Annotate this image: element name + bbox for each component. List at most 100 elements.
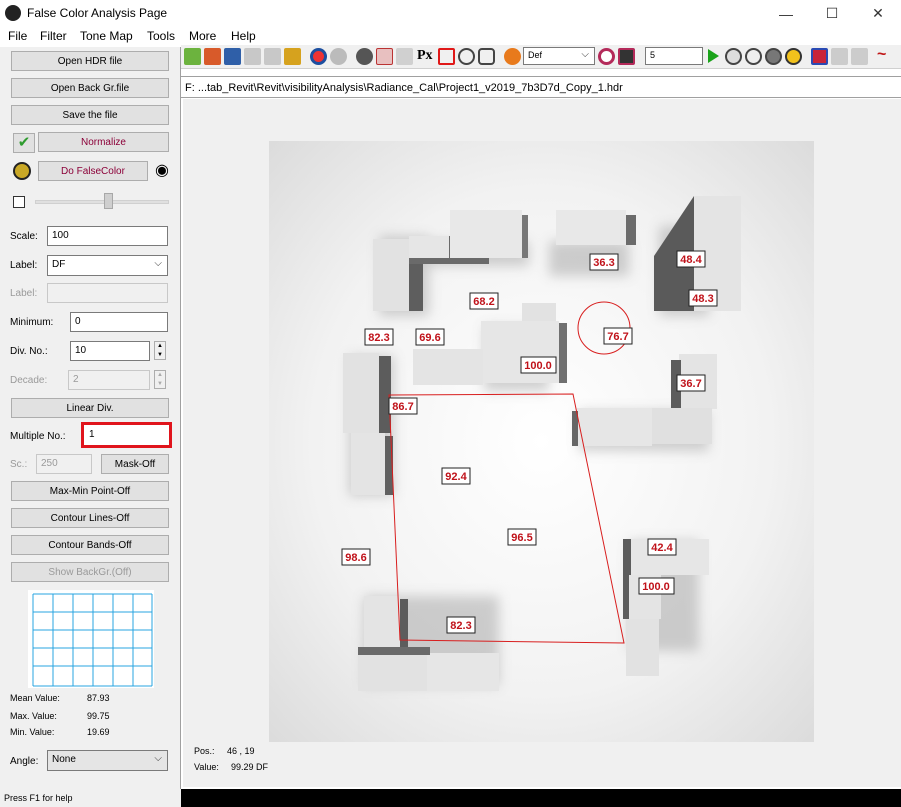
chevron-down-icon: ⌵ <box>581 49 589 60</box>
globe-dark-icon[interactable] <box>765 48 782 65</box>
checkbox[interactable] <box>13 196 25 208</box>
target-icon[interactable] <box>310 48 327 65</box>
menu-more[interactable]: More <box>189 29 216 43</box>
minimum-label: Minimum: <box>10 317 54 328</box>
label-select[interactable]: DF ⌵ <box>47 255 168 276</box>
value-label-text: 36.3 <box>593 257 614 269</box>
menu-help[interactable]: Help <box>231 29 256 43</box>
divno-stepper[interactable]: ▲ ▼ <box>154 341 166 360</box>
contour-bands-button[interactable]: Contour Bands-Off <box>11 535 169 555</box>
chevron-down-icon: ⌵ <box>154 258 162 269</box>
minimum-input[interactable]: 0 <box>70 312 168 332</box>
contour-lines-button[interactable]: Contour Lines-Off <box>11 508 169 528</box>
min-label: Min. Value: <box>10 727 55 737</box>
px-button[interactable]: Px <box>417 48 433 64</box>
mask-icon[interactable] <box>618 48 635 65</box>
grid-x-icon[interactable] <box>831 48 848 65</box>
value-label-text: 69.6 <box>419 332 440 344</box>
grid-icon[interactable] <box>851 48 868 65</box>
menu-tools[interactable]: Tools <box>147 29 175 43</box>
open-icon[interactable] <box>184 48 201 65</box>
globe-outline-icon[interactable] <box>745 48 762 65</box>
pos-label: Pos.: <box>194 746 215 756</box>
x-mark-icon[interactable] <box>811 48 828 65</box>
angle-select-value: None <box>52 754 76 765</box>
value-label-text: 100.0 <box>642 581 670 593</box>
multiple-input[interactable]: 1 <box>81 422 172 448</box>
globe-icon[interactable] <box>725 48 742 65</box>
brush-icon[interactable] <box>284 48 301 65</box>
falsecolor-icon[interactable] <box>13 162 31 180</box>
folder-icon[interactable] <box>204 48 221 65</box>
slider-track[interactable] <box>35 200 169 204</box>
value-label: 42.4 <box>647 538 677 556</box>
normalize-button[interactable]: Normalize <box>38 132 169 152</box>
check-icon[interactable]: ✔ <box>13 133 35 153</box>
scale-label: Scale: <box>10 231 38 242</box>
divno-input[interactable]: 10 <box>70 341 150 361</box>
eye-icon[interactable]: ◉ <box>152 161 172 181</box>
close-button[interactable]: ✕ <box>855 0 901 27</box>
rectangle-icon[interactable] <box>438 48 455 65</box>
value-label-text: 42.4 <box>651 542 673 554</box>
value-label: 69.6 <box>415 328 445 346</box>
value-label-text: 76.7 <box>607 331 628 343</box>
save-button[interactable]: Save the file <box>11 105 169 125</box>
value-label: 86.7 <box>388 397 418 415</box>
value-label-text: 98.6 <box>345 552 366 564</box>
analysis-image[interactable]: 36.3 48.4 48.3 68.2 76.7 82.3 69.6 100.0… <box>269 141 814 742</box>
paste-icon[interactable] <box>264 48 281 65</box>
menu-tone-map[interactable]: Tone Map <box>80 29 133 43</box>
curve-icon[interactable]: ~ <box>877 47 897 65</box>
status-text: Press F1 for help <box>0 789 181 807</box>
sphere-icon[interactable] <box>330 48 347 65</box>
label-select-value: DF <box>52 259 66 270</box>
save-icon[interactable] <box>224 48 241 65</box>
value-label-text: 82.3 <box>368 332 389 344</box>
play-icon[interactable] <box>708 49 719 63</box>
menu-filter[interactable]: Filter <box>40 29 67 43</box>
rotate-icon[interactable] <box>504 48 521 65</box>
linear-div-button[interactable]: Linear Div. <box>11 398 169 418</box>
info-icon[interactable] <box>785 48 802 65</box>
title-bar: False Color Analysis Page — ☐ ✕ <box>0 0 901 27</box>
slider-thumb[interactable] <box>104 193 113 209</box>
angle-select[interactable]: None ⌵ <box>47 750 168 771</box>
pdf-icon[interactable] <box>376 48 393 65</box>
value-label-text: 48.3 <box>692 293 713 305</box>
open-back-button[interactable]: Open Back Gr.file <box>11 78 169 98</box>
value-label-text: 86.7 <box>392 401 413 413</box>
value-label: 98.6 <box>341 548 371 566</box>
circle-icon[interactable] <box>458 48 475 65</box>
copy-icon[interactable] <box>244 48 261 65</box>
chevron-down-icon: ⌵ <box>154 753 162 764</box>
value-label: 96.5 <box>507 528 537 546</box>
mask-button[interactable]: Mask-Off <box>101 454 169 474</box>
print-icon[interactable] <box>396 48 413 65</box>
toolbar-number-input[interactable]: 5 <box>645 47 703 65</box>
mean-value: 87.93 <box>87 693 110 703</box>
polygon-icon[interactable] <box>478 48 495 65</box>
maxmin-button[interactable]: Max-Min Point-Off <box>11 481 169 501</box>
value-readout: 99.29 DF <box>231 762 269 772</box>
ring-icon[interactable] <box>598 48 615 65</box>
open-hdr-button[interactable]: Open HDR file <box>11 51 169 71</box>
scale-input[interactable]: 100 <box>47 226 168 246</box>
sc-label: Sc.: <box>10 459 28 470</box>
divno-label: Div. No.: <box>10 346 48 357</box>
decade-label: Decade: <box>10 375 48 386</box>
multiple-label: Multiple No.: <box>10 431 66 442</box>
window-title: False Color Analysis Page <box>27 6 168 20</box>
maximize-button[interactable]: ☐ <box>809 0 855 27</box>
sc-input: 250 <box>36 454 92 474</box>
minimize-button[interactable]: — <box>763 0 809 27</box>
label-label: Label: <box>10 260 38 271</box>
value-label-text: 36.7 <box>680 378 701 390</box>
value-label: 68.2 <box>469 292 499 310</box>
value-label-text: 68.2 <box>473 296 494 308</box>
value-label-text: 100.0 <box>524 360 552 372</box>
ball-icon[interactable] <box>356 48 373 65</box>
menu-file[interactable]: File <box>8 29 27 43</box>
do-falsecolor-button[interactable]: Do FalseColor <box>38 161 148 181</box>
toolbar-select[interactable]: Def ⌵ <box>523 47 595 65</box>
